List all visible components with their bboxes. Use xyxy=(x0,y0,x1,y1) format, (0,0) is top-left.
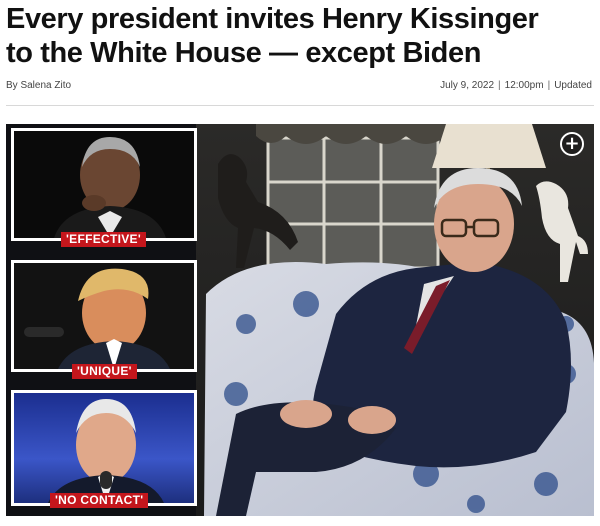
publish-meta: July 9, 2022 | 12:00pm | Updated xyxy=(440,80,592,91)
lead-photo[interactable]: 'EFFECTIVE' 'UNIQUE' 'NO CONTACT' + xyxy=(6,124,594,516)
inset-portrait-1 xyxy=(11,128,197,241)
meta-separator: | xyxy=(498,80,501,91)
publish-time: 12:00pm xyxy=(504,80,544,91)
inset-portrait-2 xyxy=(11,260,197,372)
tag-no-contact: 'NO CONTACT' xyxy=(50,493,149,508)
updated-label[interactable]: Updated xyxy=(554,80,592,91)
header-divider xyxy=(6,105,594,106)
publish-date: July 9, 2022 xyxy=(440,80,495,91)
plus-circle-icon: + xyxy=(564,133,580,154)
author-byline[interactable]: By Salena Zito xyxy=(6,80,71,91)
byline-row: By Salena Zito July 9, 2022 | 12:00pm | Upda… xyxy=(6,78,592,94)
headline-line-2: to the White House — except Biden xyxy=(6,37,482,69)
headline-line-1: Every president invites Henry Kissinger xyxy=(6,3,539,35)
portrait-figure-1 xyxy=(54,137,166,238)
portrait-figure-2 xyxy=(24,268,170,369)
article-headline: Every president invites Henry Kissinger … xyxy=(6,2,596,70)
portrait-figure-3 xyxy=(48,399,164,503)
inset-portrait-3 xyxy=(11,390,197,506)
tag-effective: 'EFFECTIVE' xyxy=(61,232,147,247)
tag-unique: 'UNIQUE' xyxy=(72,364,137,379)
meta-separator: | xyxy=(547,80,551,91)
expand-photo-button[interactable]: + xyxy=(560,132,584,156)
